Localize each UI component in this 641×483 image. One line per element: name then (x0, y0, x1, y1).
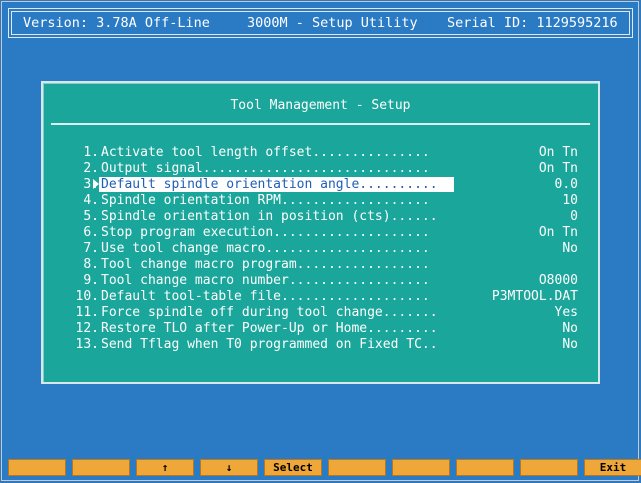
exit-button[interactable]: Exit (584, 459, 641, 476)
menu-item-number: 10. (75, 289, 99, 304)
menu-item-value: No (562, 321, 578, 336)
menu-item-spindle-orientation-angle[interactable]: 3. Default spindle orientation angle....… (43, 177, 598, 193)
menu-item-value: O8000 (538, 273, 578, 288)
menu-item-number: 3. (83, 177, 99, 192)
menu-item-label: Send Tflag when T0 programmed on Fixed T… (101, 337, 438, 352)
menu-item-label: Restore TLO after Power-Up or Home......… (101, 321, 438, 336)
menu-item-activate-tlo[interactable]: 1. Activate tool length offset..........… (43, 145, 598, 161)
menu-item-label: Output signal...........................… (101, 161, 430, 176)
function-key-1[interactable] (8, 459, 66, 476)
menu-item-spindle-orientation-in-position[interactable]: 5. Spindle orientation in position (cts)… (43, 209, 598, 225)
menu-item-value: On Tn (538, 225, 578, 240)
menu-item-output-signal[interactable]: 2. Output signal........................… (43, 161, 598, 177)
menu-item-number: 11. (75, 305, 99, 320)
menu-item-value: 10 (562, 193, 578, 208)
function-key-bar: ↑ ↓ Select Exit (8, 459, 641, 477)
menu-item-send-tflag[interactable]: 13. Send Tflag when T0 programmed on Fix… (43, 337, 598, 353)
menu-item-number: 13. (75, 337, 99, 352)
menu-item-restore-tlo[interactable]: 12. Restore TLO after Power-Up or Home..… (43, 321, 598, 337)
title-bar: Version: 3.78A Off-Line 3000M - Setup Ut… (8, 8, 633, 38)
setup-panel: Tool Management - Setup 1. Activate tool… (41, 81, 600, 384)
menu-item-number: 4. (83, 193, 99, 208)
menu-item-number: 1. (83, 145, 99, 160)
menu-item-force-spindle-off[interactable]: 11. Force spindle off during tool change… (43, 305, 598, 321)
menu-item-number: 12. (75, 321, 99, 336)
menu-item-default-tool-table-file[interactable]: 10. Default tool-table file.............… (43, 289, 598, 305)
menu-item-number: 6. (83, 225, 99, 240)
up-arrow-button[interactable]: ↑ (136, 459, 194, 476)
menu-item-label: Use tool change macro...................… (101, 241, 430, 256)
menu-item-value: On Tn (538, 145, 578, 160)
menu-item-label: Tool change macro program...............… (101, 257, 430, 272)
product-title: 3000M - Setup Utility (247, 15, 418, 31)
serial-id-label: Serial ID: 1129595216 (447, 15, 618, 31)
menu-item-use-tool-change-macro[interactable]: 7. Use tool change macro................… (43, 241, 598, 257)
menu-item-label: Spindle orientation in position (cts)...… (101, 209, 438, 224)
menu-item-value: Yes (554, 305, 578, 320)
menu-item-value: 0 (570, 209, 578, 224)
function-key-9[interactable] (520, 459, 578, 476)
menu-item-tool-change-macro-number[interactable]: 9. Tool change macro number.............… (43, 273, 598, 289)
menu-item-label: Default spindle orientation angle.......… (99, 177, 454, 192)
function-key-2[interactable] (72, 459, 130, 476)
menu-item-number: 9. (83, 273, 99, 288)
menu-item-number: 5. (83, 209, 99, 224)
menu-item-label: Spindle orientation RPM.................… (101, 193, 430, 208)
menu-item-value: No (562, 337, 578, 352)
menu-item-label: Force spindle off during tool change....… (101, 305, 438, 320)
menu-item-spindle-orientation-rpm[interactable]: 4. Spindle orientation RPM..............… (43, 193, 598, 209)
function-key-6[interactable] (328, 459, 386, 476)
menu-item-stop-program-execution[interactable]: 6. Stop program execution...............… (43, 225, 598, 241)
function-key-7[interactable] (392, 459, 450, 476)
function-key-8[interactable] (456, 459, 514, 476)
menu-item-label: Default tool-table file.................… (101, 289, 430, 304)
menu-item-value: No (562, 241, 578, 256)
menu-item-label: Activate tool length offset.............… (101, 145, 430, 160)
menu-item-number: 7. (83, 241, 99, 256)
menu-item-label: Tool change macro number................… (101, 273, 430, 288)
menu-item-value: P3MTOOL.DAT (491, 289, 578, 304)
select-button[interactable]: Select (264, 459, 322, 476)
menu-item-value: 0.0 (554, 177, 578, 192)
menu-item-value: On Tn (538, 161, 578, 176)
down-arrow-button[interactable]: ↓ (200, 459, 258, 476)
version-label: Version: 3.78A Off-Line (23, 15, 210, 31)
menu-item-tool-change-macro-program[interactable]: 8. Tool change macro program............… (43, 257, 598, 273)
menu-item-number: 2. (83, 161, 99, 176)
panel-title: Tool Management - Setup (230, 98, 411, 113)
menu-item-number: 8. (83, 257, 99, 272)
panel-divider (51, 123, 590, 125)
menu-item-label: Stop program execution..................… (101, 225, 430, 240)
